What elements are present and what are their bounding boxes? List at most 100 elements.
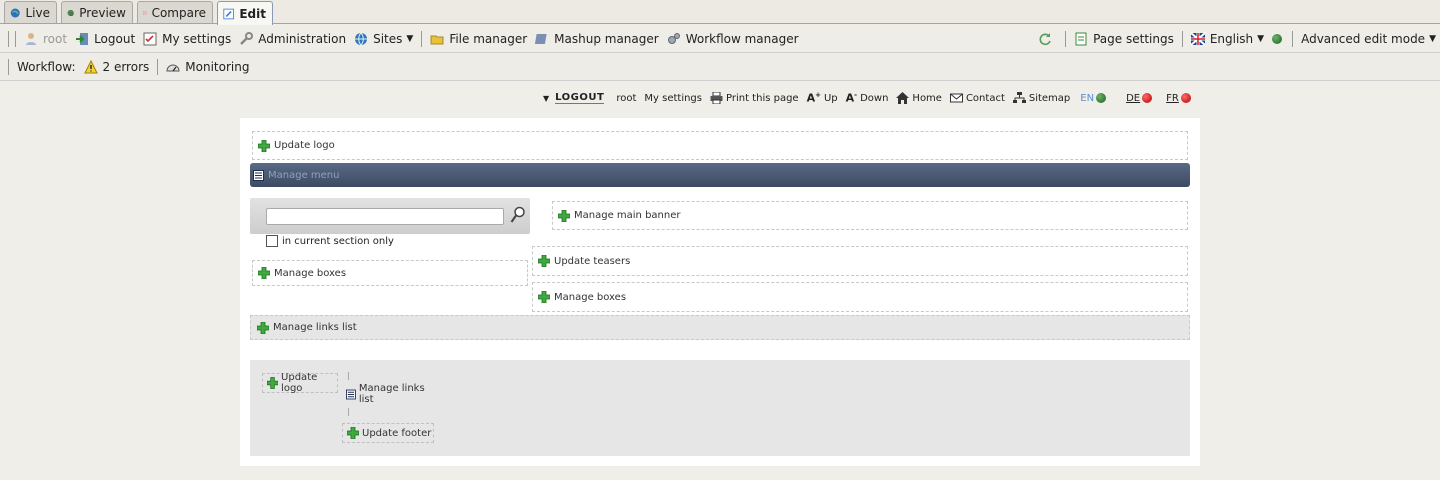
language-de-label: DE — [1126, 92, 1141, 104]
manage-boxes-left-zone[interactable]: Manage boxes — [252, 260, 528, 286]
logout-button[interactable]: Logout — [71, 32, 139, 46]
manage-main-banner-zone[interactable]: Manage main banner — [552, 201, 1188, 230]
toolbar-divider — [1181, 31, 1183, 47]
home-icon — [896, 92, 910, 104]
file-manager-button[interactable]: File manager — [426, 32, 531, 46]
language-de-link[interactable]: DE — [1126, 92, 1153, 104]
language-fr-link[interactable]: FR — [1166, 93, 1191, 104]
page-canvas: Update logo Manage menu in current secti… — [240, 118, 1200, 466]
update-logo-zone[interactable]: Update logo — [252, 131, 1188, 160]
monitoring-button[interactable]: Monitoring — [162, 60, 253, 74]
mode-tabbar: Live Preview Compare Edit — [0, 0, 1440, 25]
footer-links-list-label: Manage links list — [358, 383, 425, 405]
print-link[interactable]: Print this page — [710, 92, 799, 104]
toolbar-divider — [421, 30, 423, 47]
warning-icon — [83, 60, 98, 74]
file-manager-label: File manager — [449, 31, 528, 46]
site-my-settings-link[interactable]: My settings — [644, 93, 702, 104]
page-settings-icon — [1075, 32, 1087, 46]
edit-mode-menu[interactable]: Advanced edit mode ▼ — [1297, 32, 1440, 46]
folder-icon — [430, 35, 444, 44]
update-teasers-zone[interactable]: Update teasers — [532, 246, 1188, 276]
footer-update-logo-label: Update logo — [281, 372, 318, 394]
my-settings-label: My settings — [162, 31, 232, 46]
language-fr-label: FR — [1166, 92, 1179, 104]
add-icon — [538, 255, 550, 267]
update-teasers-label: Update teasers — [554, 255, 631, 267]
refresh-button[interactable] — [1034, 32, 1061, 46]
language-menu[interactable]: English ▼ — [1187, 32, 1268, 46]
language-en-link[interactable]: EN — [1080, 92, 1107, 104]
logout-label: Logout — [94, 31, 136, 46]
search-input[interactable] — [266, 208, 504, 225]
sites-label: Sites — [373, 31, 403, 46]
tab-preview[interactable]: Preview — [61, 1, 133, 23]
font-up-link[interactable]: A+ Up — [807, 91, 838, 105]
workflow-errors-button[interactable]: 2 errors — [80, 60, 154, 74]
sitemap-icon — [1012, 92, 1026, 103]
toolbar-user[interactable]: root — [20, 32, 71, 46]
refresh-icon — [1039, 33, 1051, 46]
language-en-label: EN — [1080, 92, 1095, 104]
toolbar-right-group: Page settings English ▼ Advanced edit mo… — [1034, 25, 1440, 53]
manage-links-list-zone[interactable]: Manage links list — [250, 315, 1190, 340]
search-scope-option[interactable]: in current section only — [266, 235, 394, 247]
gears-icon — [667, 32, 680, 44]
footer-update-logo-zone[interactable]: Update logo — [262, 372, 338, 394]
site-logout-link[interactable]: ▼ LOGOUT — [543, 92, 605, 104]
user-icon — [26, 32, 36, 45]
manage-main-banner-label: Manage main banner — [574, 210, 681, 221]
administration-label: Administration — [258, 31, 347, 46]
manage-menu-bar[interactable]: Manage menu — [250, 163, 1190, 187]
edit-icon — [223, 8, 234, 19]
tab-live-label: Live — [25, 5, 50, 20]
search-scope-checkbox[interactable] — [266, 235, 278, 247]
update-logo-label: Update logo — [274, 140, 335, 151]
tab-live[interactable]: Live — [4, 1, 57, 23]
uk-flag-icon — [1190, 32, 1205, 46]
status-error-icon — [1180, 93, 1191, 103]
home-link[interactable]: Home — [896, 92, 942, 104]
monitoring-label: Monitoring — [185, 60, 250, 74]
page-settings-label: Page settings — [1093, 32, 1174, 46]
sites-menu[interactable]: Sites ▼ — [350, 32, 417, 46]
sitemap-link[interactable]: Sitemap — [1012, 92, 1070, 104]
manage-boxes-right-zone[interactable]: Manage boxes — [532, 282, 1188, 312]
mashup-manager-button[interactable]: Mashup manager — [531, 32, 663, 46]
toolbar-divider — [1292, 31, 1294, 47]
add-icon — [558, 210, 570, 222]
toolbar-divider — [8, 59, 9, 75]
workflow-manager-button[interactable]: Workflow manager — [663, 32, 803, 46]
footer-update-footer-zone[interactable]: Update footer — [342, 423, 434, 443]
workflow-toolbar: Workflow: 2 errors Monitoring — [0, 54, 1440, 81]
footer-divider — [348, 372, 349, 380]
footer-update-footer-label: Update footer — [362, 427, 432, 439]
mashup-manager-label: Mashup manager — [554, 31, 659, 46]
chevron-down-icon: ▼ — [1257, 34, 1265, 44]
footer-area: Update logo Manage links list Update foo… — [250, 360, 1190, 456]
site-user-label: root — [616, 92, 637, 104]
list-icon — [346, 389, 356, 399]
edit-mode-label: Advanced edit mode — [1301, 32, 1426, 46]
workflow-manager-label: Workflow manager — [685, 31, 799, 46]
add-icon — [347, 427, 359, 439]
search-box — [250, 198, 530, 234]
footer-links-list-zone[interactable]: Manage links list — [342, 383, 434, 405]
search-icon[interactable] — [510, 206, 526, 224]
main-toolbar: root Logout My settings Administration S… — [0, 25, 1440, 53]
workflow-label: Workflow: — [13, 60, 80, 74]
envelope-icon — [949, 93, 963, 103]
contact-link[interactable]: Contact — [949, 92, 1005, 104]
my-settings-button[interactable]: My settings — [139, 32, 235, 46]
page-settings-button[interactable]: Page settings — [1070, 32, 1178, 46]
administration-button[interactable]: Administration — [235, 31, 350, 46]
tab-edit[interactable]: Edit — [217, 1, 273, 25]
print-label: Print this page — [726, 92, 799, 104]
status-error-icon — [1142, 93, 1153, 103]
chevron-down-icon: ▼ — [1429, 34, 1436, 44]
tab-compare[interactable]: Compare — [137, 1, 213, 23]
font-down-link[interactable]: A- Down — [846, 91, 889, 105]
add-icon — [258, 267, 270, 279]
manage-menu-label: Manage menu — [268, 169, 340, 181]
language-label: English — [1209, 32, 1254, 46]
